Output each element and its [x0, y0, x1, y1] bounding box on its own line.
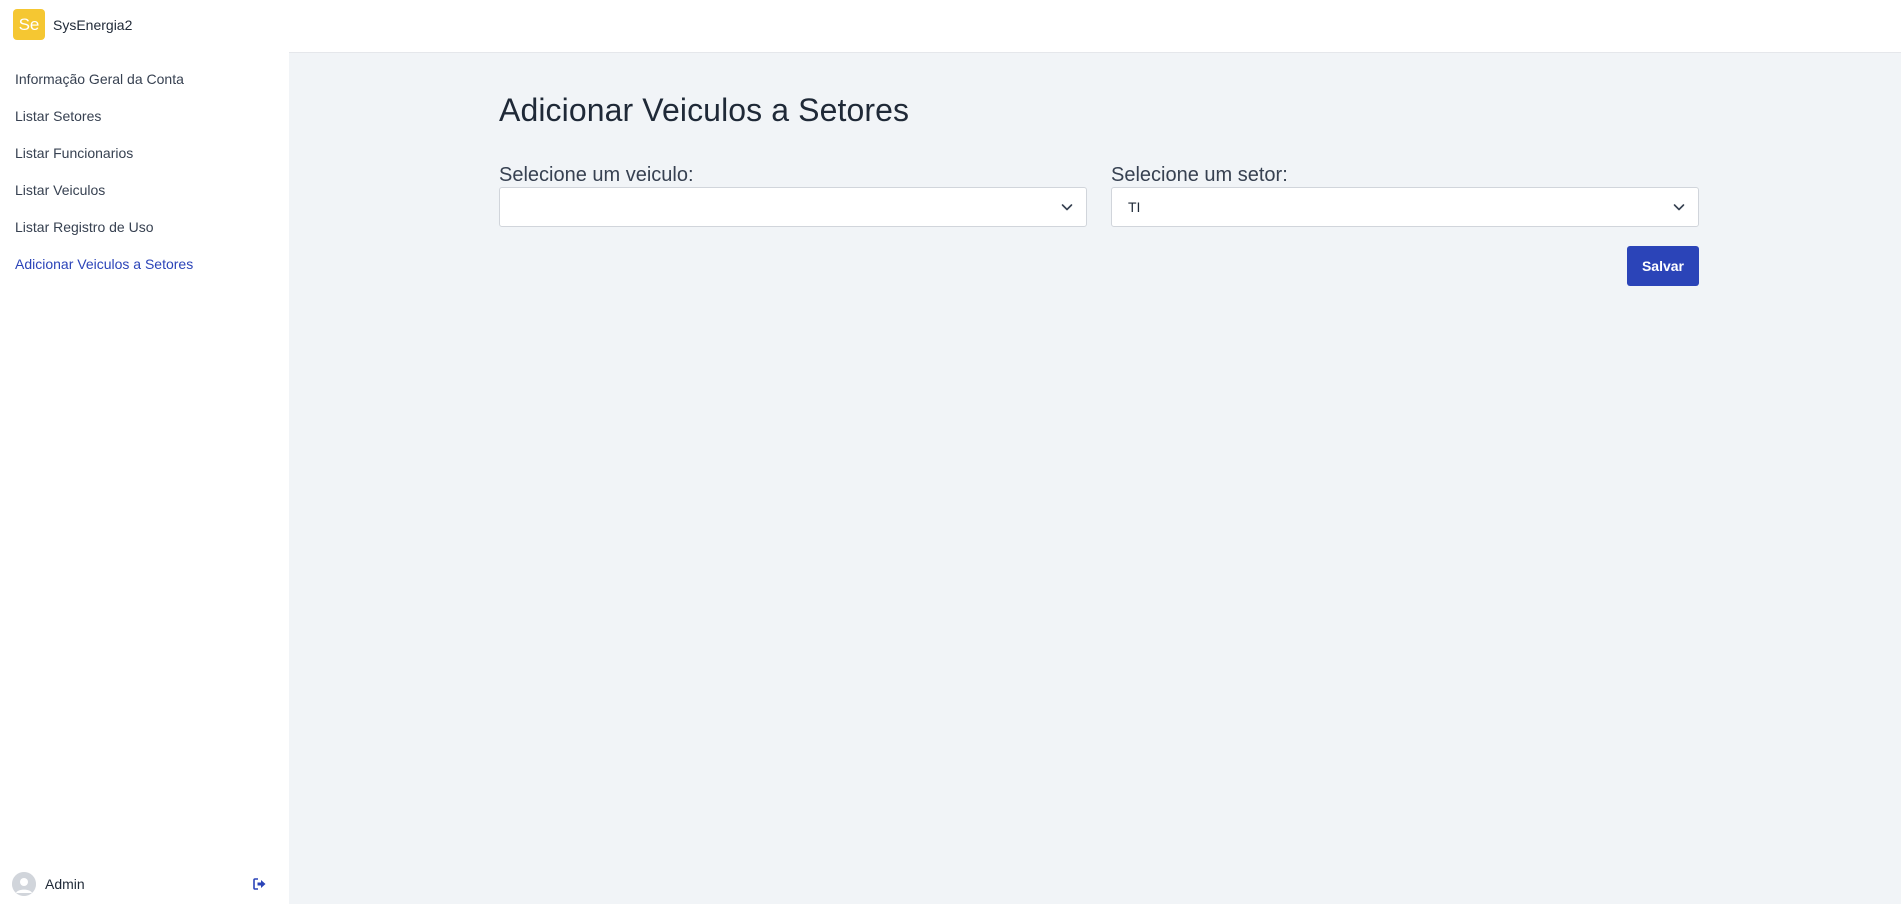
vehicle-field: Selecione um veiculo:: [499, 164, 1087, 227]
brand-name: SysEnergia2: [53, 16, 133, 33]
brand-logo: Se: [13, 9, 45, 40]
page-title: Adicionar Veiculos a Setores: [499, 92, 910, 128]
sidebar-item-informacao-geral[interactable]: Informação Geral da Conta: [0, 60, 289, 97]
sidebar-nav: Informação Geral da Conta Listar Setores…: [0, 60, 289, 282]
save-button[interactable]: Salvar: [1627, 246, 1699, 286]
sidebar-item-label: Adicionar Veiculos a Setores: [15, 255, 194, 272]
vehicle-field-label: Selecione um veiculo:: [499, 164, 694, 186]
user-name: Admin: [45, 876, 85, 892]
vehicle-select[interactable]: [499, 187, 1087, 227]
user-avatar-icon[interactable]: [12, 872, 36, 896]
sidebar-item-listar-veiculos[interactable]: Listar Veiculos: [0, 171, 289, 208]
sidebar-item-adicionar-veiculos-a-setores[interactable]: Adicionar Veiculos a Setores: [0, 245, 289, 282]
sidebar: Se SysEnergia2 Informação Geral da Conta…: [0, 0, 289, 904]
chevron-down-icon: [1061, 204, 1073, 211]
sidebar-item-listar-registro-de-uso[interactable]: Listar Registro de Uso: [0, 208, 289, 245]
sidebar-item-label: Listar Setores: [15, 107, 102, 124]
sector-field-label: Selecione um setor:: [1111, 164, 1288, 186]
sidebar-item-label: Listar Funcionarios: [15, 144, 134, 161]
sector-field: Selecione um setor: TI: [1111, 164, 1699, 227]
sidebar-item-listar-setores[interactable]: Listar Setores: [0, 97, 289, 134]
sidebar-item-label: Listar Veiculos: [15, 181, 106, 198]
sector-select-value: TI: [1128, 199, 1141, 215]
sidebar-item-label: Informação Geral da Conta: [15, 70, 184, 87]
topbar: [289, 0, 1901, 53]
user-section: Admin: [12, 872, 266, 896]
sector-select[interactable]: TI: [1111, 187, 1699, 227]
main-content: Adicionar Veiculos a Setores Selecione u…: [289, 53, 1901, 904]
sidebar-item-listar-funcionarios[interactable]: Listar Funcionarios: [0, 134, 289, 171]
sidebar-item-label: Listar Registro de Uso: [15, 218, 154, 235]
app-root: Se SysEnergia2 Informação Geral da Conta…: [0, 0, 1901, 904]
chevron-down-icon: [1673, 204, 1685, 211]
brand[interactable]: Se SysEnergia2: [13, 9, 132, 40]
logout-icon[interactable]: [252, 877, 266, 891]
